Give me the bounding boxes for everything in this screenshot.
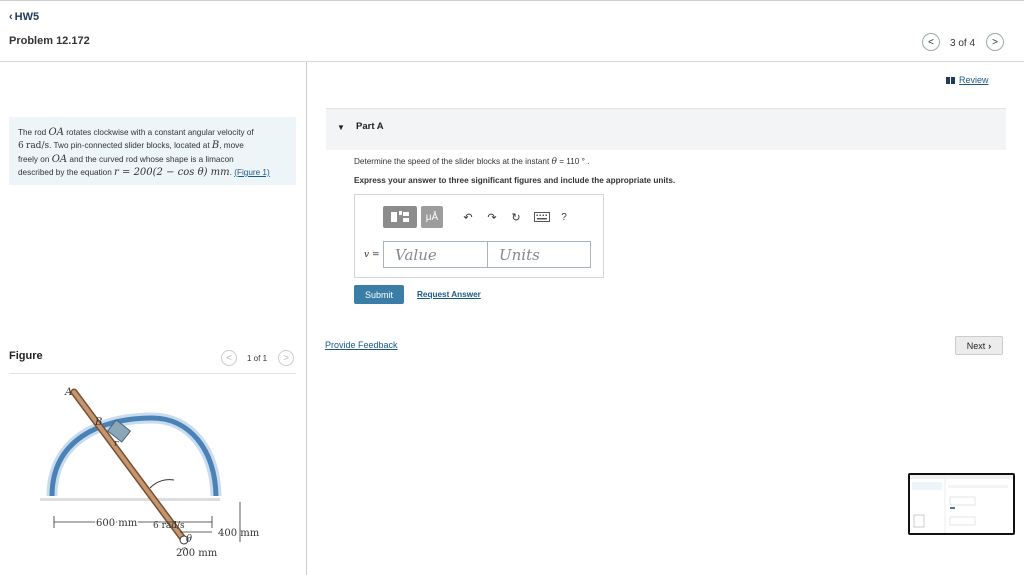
- statement-text: described by the equation: [18, 168, 115, 177]
- label-600mm: 600 mm: [96, 518, 138, 529]
- review-link[interactable]: Review: [946, 75, 989, 85]
- figure-heading: Figure: [9, 350, 43, 362]
- reset-icon[interactable]: ↻: [507, 206, 525, 228]
- chevron-right-icon: ›: [988, 340, 992, 351]
- collapse-caret-icon: ▼: [337, 123, 345, 132]
- mu-a-icon[interactable]: μÅ: [421, 206, 443, 228]
- thumbnail-graphic: [910, 475, 1013, 533]
- next-problem-button[interactable]: >: [986, 33, 1004, 51]
- review-label: Review: [959, 75, 989, 85]
- review-icon: [946, 76, 955, 84]
- omega-value: 6: [18, 141, 24, 151]
- templates-glyph: [391, 211, 409, 222]
- problem-statement: The rod OA rotates clockwise with a cons…: [9, 117, 296, 185]
- statement-text: The rod: [18, 128, 49, 137]
- previous-figure-button[interactable]: <: [221, 350, 237, 366]
- units-input[interactable]: [499, 245, 590, 264]
- label-r: r: [114, 439, 119, 449]
- answer-input-box: μÅ ↶ ↷ ↻ ? v =: [354, 194, 604, 278]
- templates-icon[interactable]: [383, 206, 417, 228]
- next-label: Next: [966, 340, 986, 351]
- units-field-wrapper: [487, 241, 591, 268]
- label-200mm: 200 mm: [176, 548, 218, 559]
- previous-problem-button[interactable]: <: [922, 33, 940, 51]
- top-bar: ‹ HW5 Problem 12.172 < 3 of 4 >: [0, 0, 1024, 62]
- statement-text: , move: [219, 141, 244, 150]
- variable-label: v =: [364, 250, 380, 260]
- label-b: B: [94, 417, 102, 428]
- divider: [9, 373, 296, 374]
- label-a: A: [64, 387, 72, 398]
- curved-rod-core: [49, 415, 219, 497]
- chevron-left-icon: <: [226, 352, 232, 364]
- chevron-right-icon: >: [283, 352, 289, 364]
- next-figure-button[interactable]: >: [278, 350, 294, 366]
- back-to-assignment-link[interactable]: ‹ HW5: [9, 11, 39, 23]
- ground-line: [40, 498, 220, 501]
- equation-toolbar: μÅ ↶ ↷ ↻ ?: [383, 204, 567, 230]
- keyboard-icon[interactable]: [531, 206, 553, 228]
- omega-arrow: [149, 479, 175, 489]
- next-button[interactable]: Next ›: [955, 336, 1003, 355]
- submit-button[interactable]: Submit: [354, 285, 404, 304]
- figure-count: 1 of 1: [247, 354, 268, 363]
- help-icon[interactable]: ?: [557, 206, 571, 228]
- page-indicator: 3 of 4: [950, 38, 976, 49]
- keyboard-glyph: [534, 212, 550, 222]
- statement-text: rotates clockwise with a constant angula…: [63, 128, 254, 137]
- rod-symbol: OA: [51, 154, 68, 165]
- part-a-header[interactable]: ▼ Part A: [326, 108, 1006, 150]
- request-answer-link[interactable]: Request Answer: [417, 290, 481, 299]
- figure-link[interactable]: (Figure 1): [234, 168, 270, 177]
- provide-feedback-link[interactable]: Provide Feedback: [325, 340, 398, 350]
- assignment-name: HW5: [14, 11, 40, 23]
- statement-text: freely on: [18, 155, 52, 164]
- question-suffix: = 110 ° .: [556, 157, 590, 166]
- figure-navigator: < 1 of 1 >: [221, 350, 297, 368]
- undo-icon[interactable]: ↶: [459, 206, 477, 228]
- problem-pane: The rod OA rotates clockwise with a cons…: [0, 62, 307, 575]
- chevron-right-icon: >: [992, 36, 998, 48]
- chevron-left-icon: <: [928, 36, 934, 48]
- limacon-equation: r = 200(2 − cos θ) mm: [114, 167, 230, 178]
- statement-text: . Two pin-connected slider blocks, locat…: [49, 141, 212, 150]
- chevron-left-icon: ‹: [9, 11, 13, 23]
- part-title: Part A: [356, 121, 384, 132]
- figure-dimensions: 600 mm 200 mm: [53, 516, 218, 559]
- page-thumbnail-preview[interactable]: [908, 473, 1015, 535]
- rod-symbol: OA: [48, 127, 64, 138]
- answer-instruction: Express your answer to three significant…: [354, 176, 676, 185]
- question-text: Determine the speed of the slider blocks…: [354, 157, 589, 167]
- problem-title: Problem 12.172: [9, 35, 90, 47]
- omega-unit: rad/s: [26, 141, 50, 151]
- redo-icon[interactable]: ↷: [483, 206, 501, 228]
- question-prefix: Determine the speed of the slider blocks…: [354, 157, 552, 166]
- statement-text: and the curved rod whose shape is a lima…: [67, 155, 234, 164]
